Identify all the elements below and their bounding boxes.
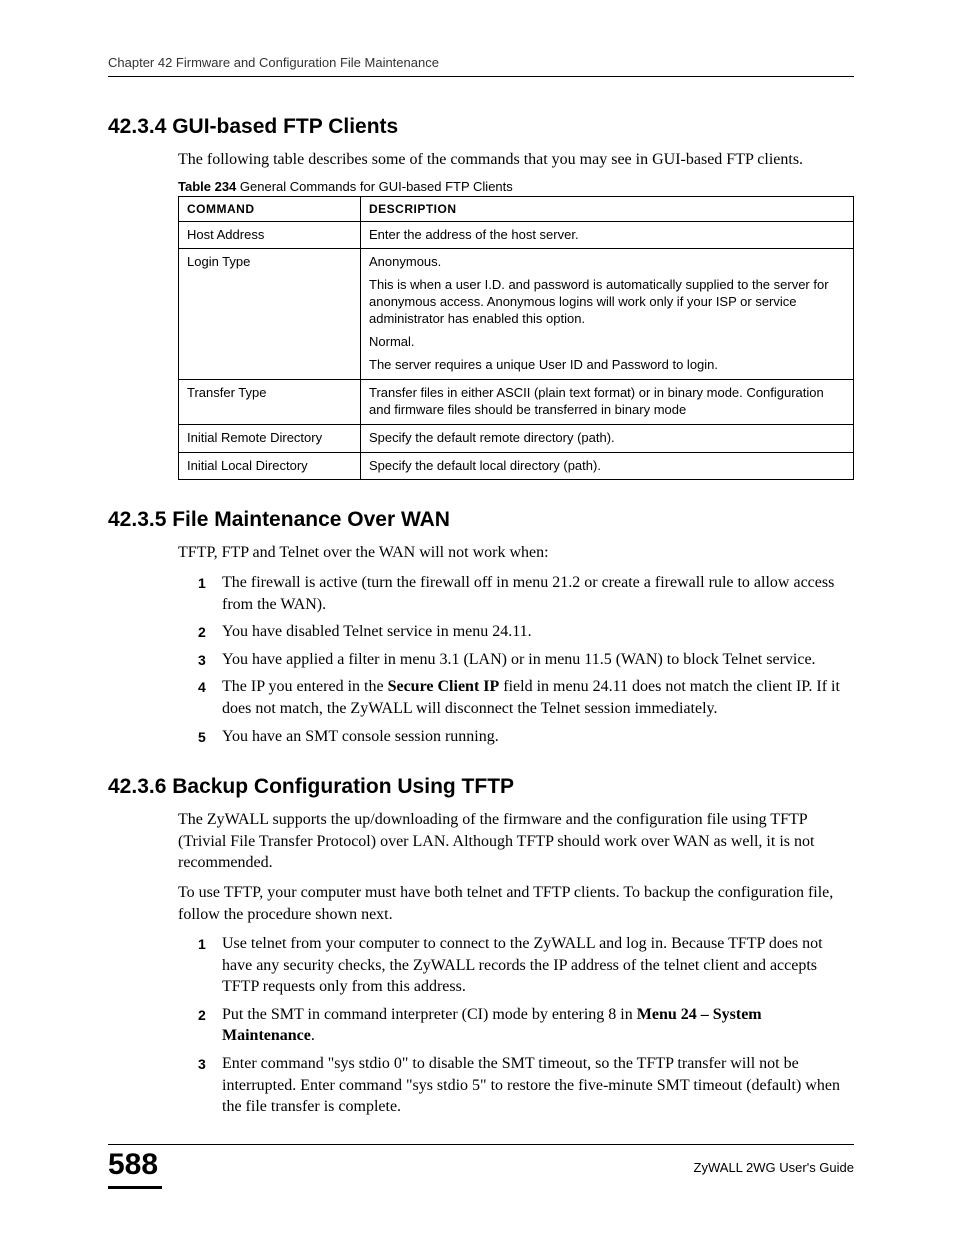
table-caption: Table 234 General Commands for GUI-based… [178, 179, 854, 194]
list-text: You have an SMT console session running. [222, 728, 499, 745]
page-number-box: 588 [108, 1148, 162, 1189]
cell-line: Anonymous. [369, 254, 845, 271]
footer: 588 ZyWALL 2WG User's Guide [108, 1144, 854, 1189]
list-num: 2 [198, 1006, 206, 1025]
list-text: The firewall is active (turn the firewal… [222, 574, 834, 613]
page-number: 588 [108, 1148, 162, 1186]
list-item: 3 Enter command "sys stdio 0" to disable … [198, 1053, 854, 1118]
list-item: 1 Use telnet from your computer to connec… [198, 933, 854, 998]
heading-4235: 42.3.5 File Maintenance Over WAN [108, 508, 854, 532]
s3-list: 1 Use telnet from your computer to connec… [198, 933, 854, 1118]
s2-list: 1 The firewall is active (turn the firewa… [198, 572, 854, 747]
cell: Anonymous. This is when a user I.D. and … [361, 249, 854, 379]
list-num: 3 [198, 651, 206, 670]
cell-line: This is when a user I.D. and password is… [369, 277, 845, 328]
table-row: Initial Local Directory Specify the defa… [179, 452, 854, 480]
list-num: 2 [198, 623, 206, 642]
table-caption-num: Table 234 [178, 179, 236, 194]
cell-line: The server requires a unique User ID and… [369, 357, 845, 374]
table-caption-title: General Commands for GUI-based FTP Clien… [236, 179, 512, 194]
table-header-row: COMMAND DESCRIPTION [179, 196, 854, 221]
list-item: 1 The firewall is active (turn the firewa… [198, 572, 854, 615]
page: Chapter 42 Firmware and Configuration Fi… [0, 0, 954, 1235]
cell: Specify the default remote directory (pa… [361, 424, 854, 452]
list-num: 5 [198, 728, 206, 747]
cell: Host Address [179, 221, 361, 249]
heading-4236: 42.3.6 Backup Configuration Using TFTP [108, 775, 854, 799]
list-item: 5 You have an SMT console session running… [198, 726, 854, 748]
list-num: 3 [198, 1055, 206, 1074]
s3-p2: To use TFTP, your computer must have bot… [178, 882, 854, 925]
list-text-bold: Secure Client IP [388, 678, 500, 695]
table-row: Transfer Type Transfer files in either A… [179, 379, 854, 424]
cell: Transfer Type [179, 379, 361, 424]
list-num: 4 [198, 678, 206, 697]
list-num: 1 [198, 574, 206, 593]
list-item: 2 You have disabled Telnet service in men… [198, 621, 854, 643]
list-item: 3 You have applied a filter in menu 3.1 (… [198, 649, 854, 671]
list-text: Enter command "sys stdio 0" to disable t… [222, 1055, 840, 1115]
table-row: Login Type Anonymous. This is when a use… [179, 249, 854, 379]
cell: Login Type [179, 249, 361, 379]
list-item: 4 The IP you entered in the Secure Client… [198, 676, 854, 719]
list-item: 2 Put the SMT in command interpreter (CI)… [198, 1004, 854, 1047]
list-text: . [311, 1027, 315, 1044]
th-description: DESCRIPTION [361, 196, 854, 221]
table-row: Host Address Enter the address of the ho… [179, 221, 854, 249]
s3-p1: The ZyWALL supports the up/downloading o… [178, 809, 854, 874]
commands-table: COMMAND DESCRIPTION Host Address Enter t… [178, 196, 854, 481]
list-num: 1 [198, 935, 206, 954]
chapter-header: Chapter 42 Firmware and Configuration Fi… [108, 55, 854, 77]
cell: Initial Local Directory [179, 452, 361, 480]
list-text: The IP you entered in the [222, 678, 388, 695]
cell: Transfer files in either ASCII (plain te… [361, 379, 854, 424]
cell-line: Normal. [369, 334, 845, 351]
s1-intro: The following table describes some of th… [178, 149, 854, 171]
list-text: Put the SMT in command interpreter (CI) … [222, 1006, 637, 1023]
s2-intro: TFTP, FTP and Telnet over the WAN will n… [178, 542, 854, 564]
cell: Specify the default local directory (pat… [361, 452, 854, 480]
list-text: Use telnet from your computer to connect… [222, 935, 823, 995]
list-text: You have disabled Telnet service in menu… [222, 623, 532, 640]
heading-4234: 42.3.4 GUI-based FTP Clients [108, 115, 854, 139]
th-command: COMMAND [179, 196, 361, 221]
cell: Enter the address of the host server. [361, 221, 854, 249]
list-text: You have applied a filter in menu 3.1 (L… [222, 651, 816, 668]
guide-name: ZyWALL 2WG User's Guide [694, 1160, 854, 1175]
table-row: Initial Remote Directory Specify the def… [179, 424, 854, 452]
cell: Initial Remote Directory [179, 424, 361, 452]
